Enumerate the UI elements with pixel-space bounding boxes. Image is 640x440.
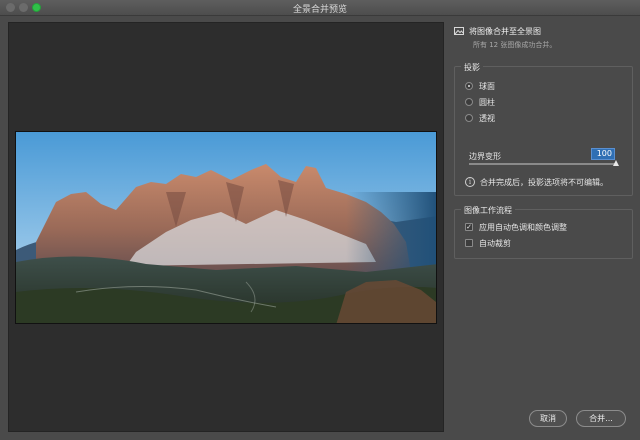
- info-icon: i: [465, 177, 475, 187]
- title-bar: 全景合并预览: [0, 0, 640, 16]
- boundary-warp-label: 边界变形: [469, 152, 501, 161]
- projection-label: 投影: [461, 62, 483, 73]
- panorama-preview-image: [15, 131, 437, 324]
- panorama-preview-area[interactable]: [8, 22, 444, 432]
- checkbox[interactable]: [465, 239, 473, 247]
- boundary-warp-input[interactable]: 100: [591, 148, 615, 160]
- merge-button[interactable]: 合并...: [576, 410, 626, 427]
- checkbox-label: 应用自动色调和颜色调整: [479, 223, 567, 232]
- radio-label: 圆柱: [479, 98, 495, 107]
- workflow-label: 图像工作流程: [461, 205, 515, 216]
- radio-button-selected[interactable]: [465, 82, 473, 90]
- projection-group: 投影 球面 圆柱 透视 边界变形 100 i 合并完成后，投影选项将不可编辑。: [454, 62, 633, 196]
- workflow-group: 图像工作流程 ✓ 应用自动色调和颜色调整 自动裁剪: [454, 205, 633, 259]
- panorama-merge-icon: [454, 27, 464, 35]
- radio-button[interactable]: [465, 114, 473, 122]
- info-text: 合并完成后，投影选项将不可编辑。: [480, 178, 608, 187]
- boundary-warp-slider[interactable]: [469, 163, 617, 165]
- radio-label: 透视: [479, 114, 495, 123]
- radio-label: 球面: [479, 82, 495, 91]
- checkbox-checked[interactable]: ✓: [465, 223, 473, 231]
- merge-status-text: 所有 12 张图像成功合并。: [473, 41, 557, 49]
- checkbox-label: 自动裁剪: [479, 239, 511, 248]
- merge-title: 将图像合并至全景图: [469, 27, 541, 36]
- window-title: 全景合并预览: [292, 5, 347, 15]
- slider-thumb-icon[interactable]: [613, 160, 619, 166]
- radio-button[interactable]: [465, 98, 473, 106]
- merge-header: 将图像合并至全景图 所有 12 张图像成功合并。: [454, 26, 634, 52]
- cancel-button[interactable]: 取消: [529, 410, 567, 427]
